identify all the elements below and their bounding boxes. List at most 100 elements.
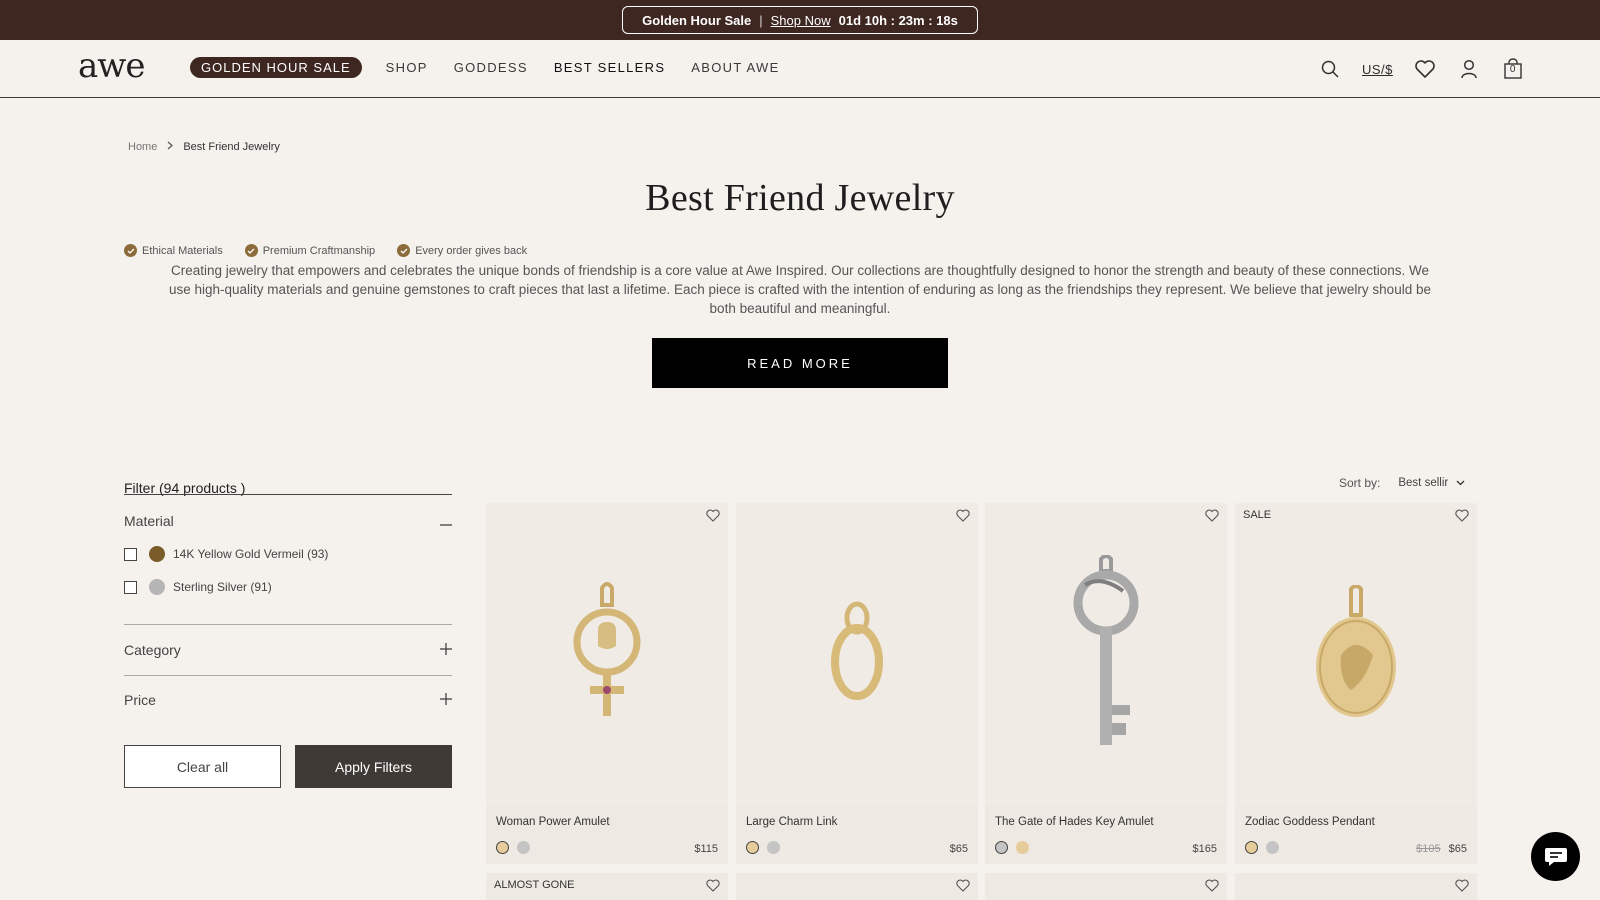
product-price: $105 $65	[1416, 843, 1467, 855]
product-card[interactable]: SALE Zodiac Goddess Pendant $105 $65	[1235, 503, 1477, 864]
hades-key-amulet-image	[1073, 554, 1139, 745]
product-price: $65	[950, 843, 968, 855]
filter-material[interactable]: Material	[124, 513, 452, 529]
badge-gives-back: Every order gives back	[397, 244, 527, 257]
checkbox[interactable]	[124, 580, 137, 594]
currency-selector[interactable]: US/$	[1352, 62, 1403, 77]
product-card[interactable]: Woman Power Amulet $115	[486, 503, 728, 864]
silver-swatch[interactable]	[995, 841, 1008, 854]
product-image[interactable]	[736, 503, 978, 806]
wishlist-heart-icon[interactable]	[956, 509, 970, 527]
heart-icon[interactable]	[1403, 52, 1447, 86]
wishlist-heart-icon[interactable]	[1205, 509, 1219, 527]
product-name[interactable]: Large Charm Link	[746, 816, 837, 828]
check-icon	[124, 244, 137, 257]
filter-category-label: Category	[124, 642, 181, 658]
chat-bubble-icon	[1544, 847, 1567, 866]
plus-icon[interactable]	[440, 692, 452, 708]
zodiac-goddess-pendant-image	[1316, 584, 1396, 717]
collection-intro: Creating jewelry that empowers and celeb…	[169, 263, 1431, 316]
main-nav: GOLDEN HOUR SALE SHOP GODDESS BEST SELLE…	[190, 57, 806, 78]
product-name[interactable]: Woman Power Amulet	[496, 816, 610, 828]
gold-swatch[interactable]	[496, 841, 509, 854]
gold-swatch	[149, 546, 165, 562]
checkbox[interactable]	[124, 547, 137, 561]
filter-option-gold[interactable]: 14K Yellow Gold Vermeil (93)	[124, 546, 328, 562]
wishlist-heart-icon[interactable]	[1205, 879, 1219, 897]
site-logo[interactable]: awe	[78, 49, 152, 86]
site-header: awe GOLDEN HOUR SALE SHOP GODDESS BEST S…	[0, 40, 1600, 98]
product-image[interactable]	[486, 503, 728, 806]
breadcrumb-home[interactable]: Home	[128, 141, 157, 153]
bag-icon[interactable]: 0	[1491, 52, 1535, 86]
clear-all-button[interactable]: Clear all	[124, 745, 281, 788]
filter-category[interactable]: Category	[124, 642, 452, 658]
product-card[interactable]: The Gate of Hades Key Amulet $165	[985, 503, 1227, 864]
product-card[interactable]	[985, 873, 1227, 900]
chevron-right-icon	[167, 141, 174, 153]
sort-select[interactable]: Best sellir	[1398, 477, 1465, 489]
product-card[interactable]: Large Charm Link $65	[736, 503, 978, 864]
nav-golden-hour-sale[interactable]: GOLDEN HOUR SALE	[190, 57, 362, 78]
chat-button[interactable]	[1531, 832, 1580, 881]
filter-divider	[124, 675, 452, 676]
minus-icon[interactable]	[440, 513, 452, 529]
trust-badges: Ethical Materials Premium Craftmanship E…	[124, 244, 527, 257]
filter-price[interactable]: Price	[124, 692, 452, 708]
nav-best-sellers[interactable]: BEST SELLERS	[554, 60, 665, 75]
product-card[interactable]	[736, 873, 978, 900]
price-value: $165	[1192, 843, 1217, 855]
product-swatches	[995, 841, 1029, 854]
filter-divider	[124, 624, 452, 625]
silver-swatch[interactable]	[517, 841, 530, 854]
read-more-button[interactable]: READ MORE	[652, 338, 948, 388]
sort-label: Sort by:	[1339, 476, 1381, 490]
product-image[interactable]	[1235, 503, 1477, 806]
badge-label: Every order gives back	[415, 244, 528, 257]
announcement-bar: Golden Hour Sale | Shop Now 01d 10h : 23…	[0, 0, 1600, 40]
wishlist-heart-icon[interactable]	[1455, 509, 1469, 527]
price-value: $65	[1448, 843, 1467, 855]
silver-swatch	[149, 579, 165, 595]
gold-swatch[interactable]	[746, 841, 759, 854]
nav-shop[interactable]: SHOP	[386, 60, 428, 75]
filter-option-silver[interactable]: Sterling Silver (91)	[124, 579, 272, 595]
wishlist-heart-icon[interactable]	[1455, 879, 1469, 897]
apply-filters-button[interactable]: Apply Filters	[295, 745, 452, 788]
badge-label: Premium Craftmanship	[262, 244, 376, 257]
product-name[interactable]: Zodiac Goddess Pendant	[1245, 816, 1375, 828]
announcement-separator: |	[759, 12, 763, 28]
gold-swatch[interactable]	[1245, 841, 1258, 854]
price-value: $115	[694, 843, 718, 855]
product-image[interactable]	[985, 503, 1227, 806]
silver-swatch[interactable]	[767, 841, 780, 854]
badge-label: Ethical Materials	[142, 244, 223, 257]
header-icons: US/$ 0	[1308, 52, 1535, 86]
product-card[interactable]	[1235, 873, 1477, 900]
wishlist-heart-icon[interactable]	[706, 879, 720, 897]
breadcrumb-current: Best Friend Jewelry	[183, 141, 280, 153]
wishlist-heart-icon[interactable]	[956, 879, 970, 897]
product-card[interactable]: ALMOST GONE	[486, 873, 728, 900]
announcement-pill[interactable]: Golden Hour Sale | Shop Now 01d 10h : 23…	[622, 6, 978, 34]
sort-value: Best sellir	[1398, 477, 1449, 489]
gold-swatch[interactable]	[1016, 841, 1029, 854]
product-name[interactable]: The Gate of Hades Key Amulet	[995, 816, 1154, 828]
check-icon	[244, 244, 258, 257]
search-icon[interactable]	[1308, 52, 1352, 86]
nav-about-awe[interactable]: ABOUT AWE	[691, 60, 779, 75]
account-icon[interactable]	[1447, 52, 1491, 86]
shop-now-link[interactable]: Shop Now	[771, 13, 831, 28]
sale-badge: SALE	[1243, 509, 1272, 521]
product-swatches	[746, 841, 780, 854]
plus-icon[interactable]	[440, 642, 452, 658]
nav-goddess[interactable]: GODDESS	[454, 60, 528, 75]
chevron-down-icon	[1456, 477, 1465, 489]
page-title: Best Friend Jewelry	[645, 177, 955, 219]
product-price: $165	[1193, 843, 1217, 855]
silver-swatch[interactable]	[1266, 841, 1279, 854]
wishlist-heart-icon[interactable]	[706, 509, 720, 527]
large-charm-link-image	[831, 601, 883, 700]
countdown-timer: 01d 10h : 23m : 18s	[838, 12, 958, 28]
sort-control: Sort by: Best sellir	[1339, 476, 1465, 490]
